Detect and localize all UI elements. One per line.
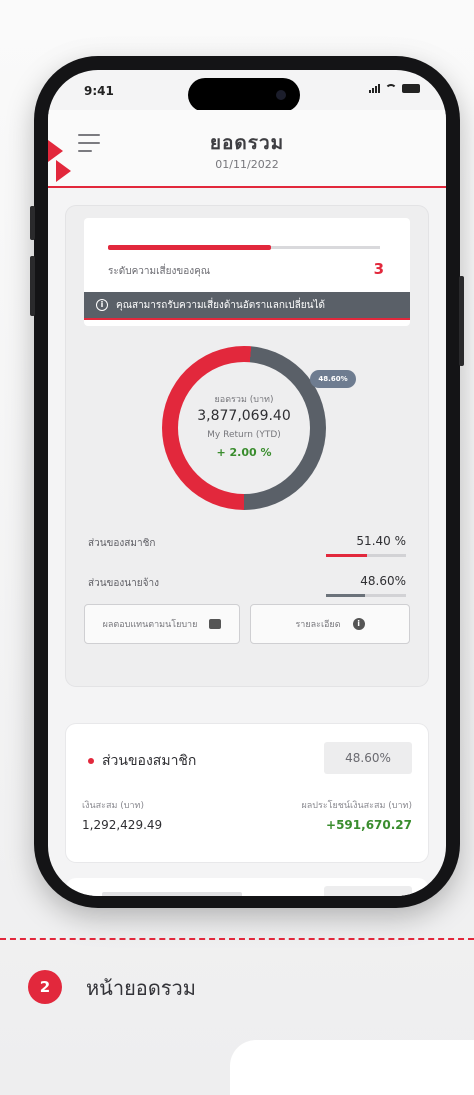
allocation-donut — [162, 346, 326, 510]
policy-return-button[interactable]: ผลตอบแทนตามนโยบาย — [84, 604, 240, 644]
donut-hole — [178, 362, 310, 494]
split-label: ส่วนของสมาชิก — [88, 538, 156, 549]
signal-icon — [369, 83, 380, 93]
page-title: ยอดรวม — [209, 132, 285, 154]
savings-benefit-label: ผลประโยชน์เงินสะสม (บาท) — [301, 801, 413, 811]
risk-progress-track — [108, 245, 380, 250]
total-value: 3,877,069.40 — [197, 408, 291, 424]
camera-icon — [276, 90, 286, 100]
split-row-member: ส่วนของสมาชิก 51.40 % — [88, 534, 406, 568]
employer-card[interactable] — [66, 878, 428, 896]
risk-value: 3 — [373, 260, 384, 278]
step-number-badge: 2 — [28, 970, 62, 1004]
app-header: ยอดรวม 01/11/2022 — [48, 110, 446, 188]
member-card-title: ส่วนของสมาชิก — [102, 753, 197, 769]
split-bar — [326, 554, 406, 557]
split-bar-fill — [326, 554, 368, 557]
return-label: My Return (YTD) — [207, 430, 281, 440]
savings-label: เงินสะสม (บาท) — [82, 801, 144, 811]
info-icon: i — [96, 299, 108, 311]
employer-share-badge: 48.60% — [310, 370, 356, 388]
bullet-dot — [88, 758, 94, 764]
brand-chevron-icon — [48, 140, 63, 162]
wallet-icon — [209, 619, 222, 629]
risk-warning-text: คุณสามารถรับความเสี่ยงด้านอัตราแลกเปลี่ย… — [116, 299, 325, 311]
phone-side-button — [459, 276, 464, 366]
details-label: รายละเอียด — [295, 620, 341, 630]
employer-card-title-placeholder — [102, 892, 242, 896]
brand-chevron-icon — [56, 160, 71, 182]
phone-side-button — [30, 256, 35, 316]
battery-icon — [402, 83, 420, 93]
split-bar-fill — [326, 594, 365, 597]
split-bar — [326, 594, 406, 597]
return-value: + 2.00 % — [216, 446, 272, 459]
status-bar: 9:41 — [48, 70, 446, 112]
summary-card: ระดับความเสี่ยงของคุณ 3 i คุณสามารถรับคว… — [66, 206, 428, 686]
phone-screen: 9:41 ยอดรวม 01/11/2022 ระดับความเสี่ยงขอ… — [48, 70, 446, 896]
dashed-divider — [0, 938, 474, 940]
risk-warning-banner: i คุณสามารถรับความเสี่ยงด้านอัตราแลกเปลี… — [84, 292, 410, 320]
info-icon: i — [352, 618, 365, 630]
wifi-icon — [385, 83, 397, 93]
total-label: ยอดรวม (บาท) — [214, 395, 274, 405]
phone-side-button — [30, 206, 35, 240]
employer-card-badge — [324, 886, 412, 896]
member-card-badge: 48.60% — [324, 742, 412, 774]
status-time: 9:41 — [84, 84, 114, 98]
dynamic-island — [188, 78, 300, 112]
risk-panel: ระดับความเสี่ยงของคุณ 3 i คุณสามารถรับคว… — [84, 218, 410, 326]
policy-return-label: ผลตอบแทนตามนโยบาย — [102, 620, 198, 630]
split-value: 48.60% — [360, 574, 406, 588]
details-button[interactable]: รายละเอียด i — [250, 604, 410, 644]
status-icons — [369, 83, 420, 93]
bottom-decoration — [230, 1040, 474, 1095]
split-label: ส่วนของนายจ้าง — [88, 578, 159, 589]
risk-progress-fill — [108, 245, 272, 250]
savings-value: 1,292,429.49 — [82, 818, 163, 832]
split-value: 51.40 % — [356, 534, 406, 548]
savings-benefit-value: +591,670.27 — [326, 818, 412, 832]
action-row: ผลตอบแทนตามนโยบาย รายละเอียด i — [84, 604, 410, 651]
risk-label: ระดับความเสี่ยงของคุณ — [108, 266, 211, 277]
page-date: 01/11/2022 — [215, 158, 279, 171]
member-card[interactable]: ส่วนของสมาชิก 48.60% เงินสะสม (บาท) ผลปร… — [66, 724, 428, 862]
step-title: หน้ายอดรวม — [86, 976, 196, 1000]
